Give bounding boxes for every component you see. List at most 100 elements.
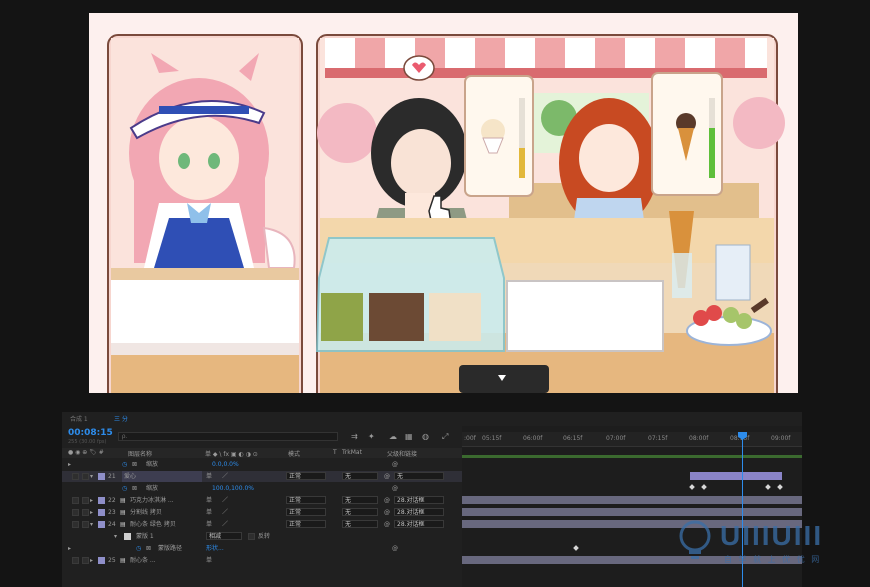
layer-switch[interactable]: 单 (206, 471, 212, 482)
expand-arrow-icon[interactable]: ▸ (90, 555, 93, 566)
stopwatch-icon[interactable]: ◷ (122, 459, 127, 470)
expand-arrow-icon[interactable]: ▾ (114, 531, 117, 542)
label-color-chip[interactable] (98, 509, 105, 516)
draft-3d-icon[interactable]: ✦ (368, 432, 375, 441)
mask-name[interactable]: 蒙版 1 (136, 531, 154, 542)
layer-row-21[interactable]: ▾ 21 爱心 单 ／ 正常 无 @ 无 (62, 471, 462, 482)
timecode[interactable]: 00:08:15 (68, 428, 113, 438)
keyframe[interactable] (777, 484, 783, 490)
layer-bar-21[interactable] (690, 472, 782, 480)
property-row-scale-21b[interactable]: ◷ ⊠ 缩放 100.0,100.0% @ (62, 483, 462, 494)
composition-viewer[interactable] (89, 13, 798, 393)
label-color-chip[interactable] (98, 473, 105, 480)
label-color-chip[interactable] (98, 557, 105, 564)
property-row-scale-21[interactable]: ▸ ◷ ⊠ 缩放 0.0,0.0% @ (62, 459, 462, 470)
pickwhip-icon[interactable]: @ (392, 543, 398, 554)
expand-arrow-icon[interactable]: ▾ (90, 519, 93, 530)
pickwhip-icon[interactable]: @ (384, 495, 390, 506)
solo-toggle[interactable] (82, 557, 89, 564)
mode-dropdown[interactable]: 正常 (286, 520, 326, 528)
mask-color-chip[interactable] (124, 533, 131, 540)
mask-mode-dropdown[interactable]: 相减 (206, 532, 242, 540)
layer-bar-23[interactable] (462, 508, 802, 516)
work-area-bar[interactable] (462, 455, 802, 458)
quality-icon[interactable]: ／ (222, 471, 228, 482)
layer-switch[interactable]: 单 (206, 519, 212, 530)
trkmat-dropdown[interactable]: 无 (342, 472, 378, 480)
keyframe[interactable] (765, 484, 771, 490)
property-value[interactable]: 形状... (206, 543, 224, 554)
stopwatch-icon[interactable]: ◷ (136, 543, 141, 554)
trkmat-dropdown[interactable]: 无 (342, 508, 378, 516)
label-color-chip[interactable] (98, 521, 105, 528)
layer-bar-22[interactable] (462, 496, 802, 504)
quality-icon[interactable]: ／ (222, 519, 228, 530)
parent-dropdown[interactable]: 无 (394, 472, 444, 480)
pickwhip-icon[interactable]: @ (392, 483, 398, 494)
layer-switch[interactable]: 单 (206, 507, 212, 518)
ruler-tick: 07:00f (606, 435, 626, 442)
pickwhip-icon[interactable]: @ (392, 459, 398, 470)
mode-dropdown[interactable]: 正常 (286, 472, 326, 480)
tab-comp[interactable]: 合成 1 (70, 414, 110, 423)
shy-layers-icon[interactable]: ☁ (389, 432, 397, 441)
invert-checkbox[interactable] (248, 533, 255, 540)
property-value[interactable]: 100.0,100.0% (212, 483, 254, 494)
layer-name[interactable]: 耐心条 绿色 拷贝 (130, 519, 202, 530)
mode-dropdown[interactable]: 正常 (286, 496, 326, 504)
mode-header: 模式 (288, 451, 301, 458)
expand-arrow-icon[interactable]: ▾ (90, 471, 93, 482)
layer-name[interactable]: 巧克力冰淇淋 ... (130, 495, 202, 506)
visibility-toggle[interactable] (72, 509, 79, 516)
visibility-toggle[interactable] (72, 557, 79, 564)
expand-arrow-icon[interactable]: ▸ (90, 495, 93, 506)
quality-icon[interactable]: ／ (222, 495, 228, 506)
label-color-chip[interactable] (98, 497, 105, 504)
stopwatch-icon[interactable]: ◷ (122, 483, 127, 494)
search-input[interactable] (118, 432, 338, 441)
layer-row-25[interactable]: ▸ 25 ▤ 耐心条 ... 单 (62, 555, 462, 566)
layer-row-23[interactable]: ▸ 23 ▤ 分割线 拷贝 单 ／ 正常 无 @ 28.对话框 (62, 507, 462, 518)
composition-mini-flowchart-icon[interactable]: ⇉ (351, 432, 358, 441)
quality-icon[interactable]: ／ (222, 507, 228, 518)
keyframe[interactable] (701, 484, 707, 490)
keyframe[interactable] (573, 545, 579, 551)
graph-editor-icon[interactable]: ⤢ (442, 432, 448, 442)
solo-toggle[interactable] (82, 473, 89, 480)
layer-switch[interactable]: 单 (206, 555, 212, 566)
layer-name[interactable]: 爱心 (122, 471, 202, 482)
layer-row-24[interactable]: ▾ 24 ▤ 耐心条 绿色 拷贝 单 ／ 正常 无 @ 28.对话框 (62, 519, 462, 530)
pickwhip-icon[interactable]: @ (384, 471, 390, 482)
expand-arrow-icon[interactable]: ▸ (68, 543, 71, 554)
layer-name-header[interactable]: 图层名称 (128, 449, 152, 458)
trkmat-dropdown[interactable]: 无 (342, 496, 378, 504)
layer-name[interactable]: 耐心条 ... (130, 555, 202, 566)
time-ruler[interactable]: :00f 05:15f 06:00f 06:15f 07:00f 07:15f … (462, 432, 802, 447)
pickwhip-icon[interactable]: @ (384, 507, 390, 518)
solo-toggle[interactable] (82, 497, 89, 504)
expand-arrow-icon[interactable]: ▸ (90, 507, 93, 518)
tab-active[interactable]: 三 分 (114, 414, 168, 423)
keyframe[interactable] (689, 484, 695, 490)
property-row-mask-path[interactable]: ▸ ◷ ⊠ 蒙版路径 形状... @ (62, 543, 462, 554)
visibility-toggle[interactable] (72, 521, 79, 528)
property-name: 缩放 (146, 485, 159, 492)
solo-toggle[interactable] (82, 521, 89, 528)
solo-toggle[interactable] (82, 509, 89, 516)
mode-dropdown[interactable]: 正常 (286, 508, 326, 516)
layer-name[interactable]: 分割线 拷贝 (130, 507, 202, 518)
expand-arrow-icon[interactable]: ▸ (68, 459, 71, 470)
visibility-toggle[interactable] (72, 497, 79, 504)
property-value[interactable]: 0.0,0.0% (212, 459, 239, 470)
visibility-toggle[interactable] (72, 473, 79, 480)
parent-dropdown[interactable]: 28.对话框 (394, 520, 444, 528)
motion-blur-icon[interactable]: ◍ (422, 432, 429, 441)
parent-dropdown[interactable]: 28.对话框 (394, 496, 444, 504)
pickwhip-icon[interactable]: @ (384, 519, 390, 530)
parent-dropdown[interactable]: 28.对话框 (394, 508, 444, 516)
layer-row-22[interactable]: ▸ 22 ▤ 巧克力冰淇淋 ... 单 ／ 正常 无 @ 28.对话框 (62, 495, 462, 506)
mask-row[interactable]: ▾ 蒙版 1 相减 反转 (62, 531, 462, 542)
trkmat-dropdown[interactable]: 无 (342, 520, 378, 528)
layer-switch[interactable]: 单 (206, 495, 212, 506)
frame-blending-icon[interactable]: ▦ (405, 432, 413, 441)
